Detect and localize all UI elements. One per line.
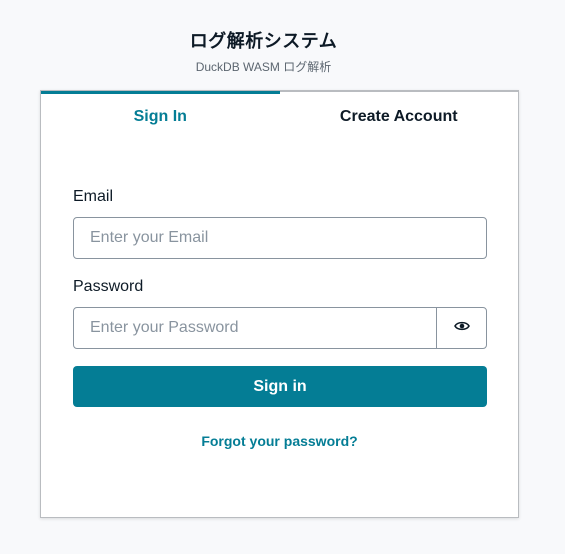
- eye-icon: [453, 319, 470, 337]
- email-label: Email: [73, 188, 114, 205]
- password-input[interactable]: [73, 307, 437, 349]
- forgot-password-link[interactable]: Forgot your password?: [41, 433, 518, 449]
- show-password-button[interactable]: [436, 307, 487, 349]
- tab-sign-in[interactable]: Sign In: [41, 91, 280, 143]
- tab-create-account[interactable]: Create Account: [279, 91, 518, 143]
- app-title: ログ解析システム: [189, 31, 338, 51]
- auth-tabs: Sign In Create Account: [41, 91, 518, 143]
- email-input[interactable]: [73, 217, 487, 259]
- sign-in-button[interactable]: Sign in: [73, 366, 487, 407]
- password-label: Password: [73, 278, 144, 295]
- app-subtitle: DuckDB WASM ログ解析: [195, 60, 332, 74]
- auth-card: Sign In Create Account Email Password Si…: [40, 90, 519, 518]
